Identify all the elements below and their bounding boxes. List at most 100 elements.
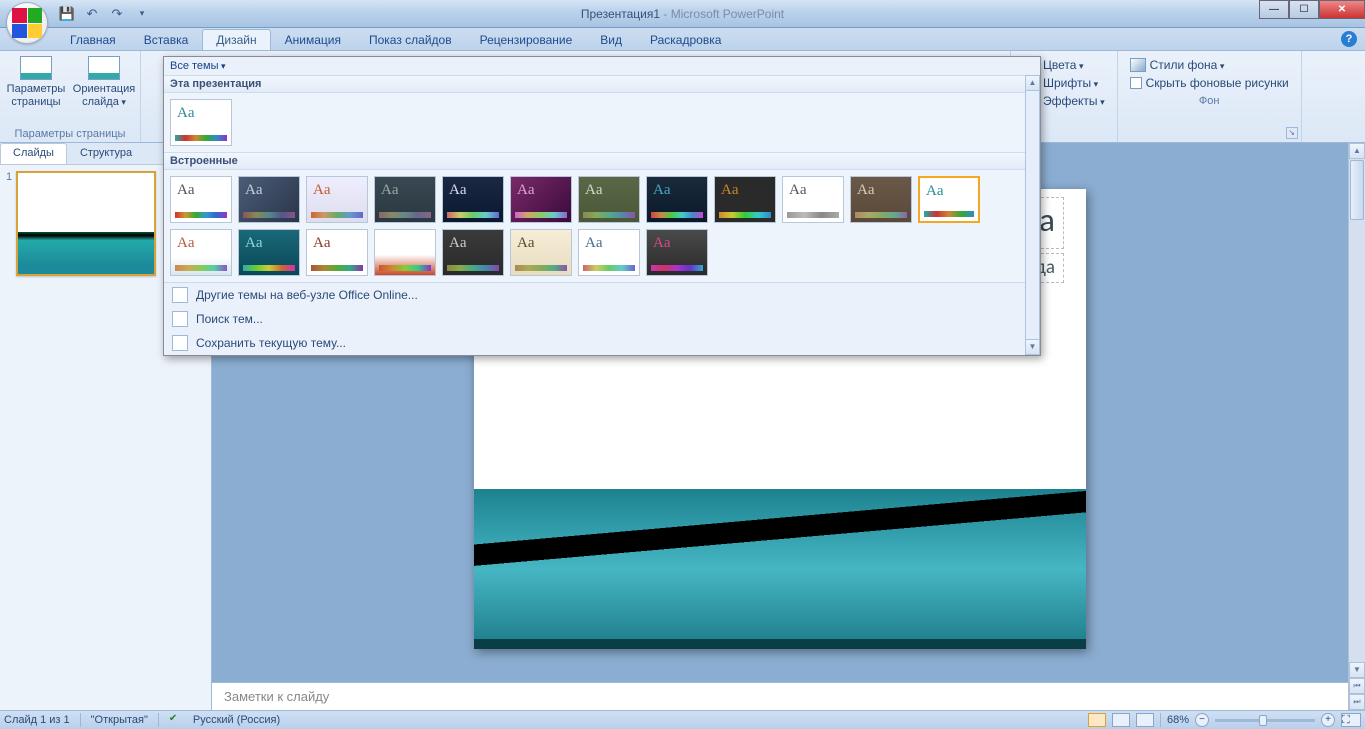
tab-slideshow[interactable]: Показ слайдов [355,29,466,50]
online-icon [172,287,188,303]
tab-slides[interactable]: Слайды [0,143,67,164]
office-button[interactable] [6,2,48,44]
slide-mini-preview [16,171,156,276]
qat-customize-button[interactable]: ▾ [131,3,153,25]
theme-builtin-16[interactable]: Aa [442,229,504,276]
page-setup-icon [20,56,52,80]
next-slide-button[interactable]: ⏭ [1349,694,1365,710]
status-bar: Слайд 1 из 1 "Открытая" Русский (Россия)… [0,710,1365,729]
zoom-slider-thumb[interactable] [1259,715,1267,726]
restore-button[interactable]: ☐ [1289,0,1319,19]
quick-access-toolbar: 💾 ↶ ↷ ▾ [56,3,153,25]
slide-decoration-footer [474,639,1086,649]
background-dialog-launcher[interactable]: ↘ [1286,127,1298,139]
themes-footer: Другие темы на веб-узле Office Online...… [164,282,1040,355]
app-name: Microsoft PowerPoint [671,7,784,21]
tab-home[interactable]: Главная [56,29,130,50]
tab-insert[interactable]: Вставка [130,29,203,50]
tab-design[interactable]: Дизайн [202,29,270,50]
theme-builtin-5[interactable]: Aa [510,176,572,223]
theme-builtin-6[interactable]: Aa [578,176,640,223]
minimize-button[interactable]: — [1259,0,1289,19]
close-button[interactable]: ✕ [1319,0,1365,19]
group-label-background: Фон [1122,95,1297,109]
more-themes-online[interactable]: Другие темы на веб-узле Office Online... [164,283,1040,307]
theme-builtin-0[interactable]: Aa [170,176,232,223]
prev-slide-button[interactable]: ⏮ [1349,678,1365,694]
theme-builtin-4[interactable]: Aa [442,176,504,223]
status-slide-counter: Слайд 1 из 1 [4,714,70,726]
theme-builtin-18[interactable]: Aa [578,229,640,276]
vertical-scrollbar[interactable]: ▲ ▼ ⏮ ⏭ [1348,143,1365,710]
view-normal-button[interactable] [1088,713,1106,727]
theme-builtin-8[interactable]: Aa [714,176,776,223]
theme-builtin-15[interactable]: Aa [374,229,436,276]
checkbox-icon [1130,77,1142,89]
scroll-up-button[interactable]: ▲ [1349,143,1365,159]
titlebar: 💾 ↶ ↷ ▾ Презентация1 - Microsoft PowerPo… [0,0,1365,28]
gallery-scroll-down[interactable]: ▼ [1025,339,1040,355]
document-name: Презентация1 [581,7,660,21]
zoom-slider[interactable] [1215,719,1315,722]
notes-placeholder: Заметки к слайду [224,689,329,704]
view-sorter-button[interactable] [1112,713,1130,727]
themes-row-builtin: AaAaAaAaAaAaAaAaAaAaAaAaAaAaAaAaAaAaAaAa [164,170,1040,282]
themes-row-this: Aa [164,93,1040,152]
slide-orientation-button[interactable]: Ориентация слайда [72,53,136,109]
window-title: Презентация1 - Microsoft PowerPoint [581,7,784,21]
save-current-theme[interactable]: Сохранить текущую тему... [164,331,1040,355]
tab-outline[interactable]: Структура [67,143,145,164]
theme-current[interactable]: Aa [170,99,232,146]
gallery-scroll-track[interactable] [1025,91,1040,339]
theme-builtin-13[interactable]: Aa [238,229,300,276]
theme-builtin-2[interactable]: Aa [306,176,368,223]
help-button[interactable]: ? [1341,31,1357,47]
save-button[interactable]: 💾 [56,3,78,25]
browse-themes[interactable]: Поиск тем... [164,307,1040,331]
theme-builtin-1[interactable]: Aa [238,176,300,223]
theme-builtin-10[interactable]: Aa [850,176,912,223]
status-language[interactable]: Русский (Россия) [193,714,280,726]
tab-view[interactable]: Вид [586,29,636,50]
zoom-in-button[interactable]: + [1321,713,1335,727]
undo-button[interactable]: ↶ [81,3,103,25]
hide-bg-graphics-checkbox[interactable]: Скрыть фоновые рисунки [1128,75,1291,91]
section-this-presentation: Эта презентация [164,75,1040,93]
ribbon-group-background: Стили фона Скрыть фоновые рисунки Фон ↘ [1118,51,1302,142]
bg-styles-icon [1130,58,1146,72]
notes-pane[interactable]: Заметки к слайду [212,682,1348,710]
ribbon-group-page-setup: Параметры страницы Ориентация слайда Пар… [0,51,141,142]
scroll-thumb[interactable] [1350,160,1364,220]
slide-number-label: 1 [6,171,12,276]
theme-builtin-12[interactable]: Aa [170,229,232,276]
browse-icon [172,311,188,327]
all-themes-dropdown[interactable]: Все темы [164,57,1040,75]
tab-storyboard[interactable]: Раскадровка [636,29,735,50]
office-logo-icon [12,8,42,38]
redo-button[interactable]: ↷ [106,3,128,25]
fit-to-window-button[interactable]: ⛶ [1341,713,1361,727]
scroll-down-button[interactable]: ▼ [1349,662,1365,678]
zoom-percent[interactable]: 68% [1167,714,1189,726]
theme-builtin-17[interactable]: Aa [510,229,572,276]
tab-review[interactable]: Рецензирование [466,29,587,50]
theme-builtin-3[interactable]: Aa [374,176,436,223]
theme-builtin-9[interactable]: Aa [782,176,844,223]
theme-builtin-7[interactable]: Aa [646,176,708,223]
slide-decoration [474,489,1086,649]
theme-builtin-11[interactable]: Aa [918,176,980,223]
view-slideshow-button[interactable] [1136,713,1154,727]
theme-builtin-14[interactable]: Aa [306,229,368,276]
background-styles-dropdown[interactable]: Стили фона [1128,57,1291,73]
page-setup-button[interactable]: Параметры страницы [4,53,68,109]
spellcheck-icon[interactable] [169,713,183,727]
gallery-scroll-up[interactable]: ▲ [1025,75,1040,91]
gallery-scrollbar: ▲ ▼ [1025,75,1040,355]
zoom-out-button[interactable]: − [1195,713,1209,727]
themes-gallery-panel: Все темы Эта презентация Aa Встроенные A… [163,56,1041,356]
theme-builtin-19[interactable]: Aa [646,229,708,276]
status-theme-name: "Открытая" [91,714,148,726]
section-builtin: Встроенные [164,152,1040,170]
window-controls: — ☐ ✕ [1259,0,1365,19]
tab-animation[interactable]: Анимация [271,29,355,50]
